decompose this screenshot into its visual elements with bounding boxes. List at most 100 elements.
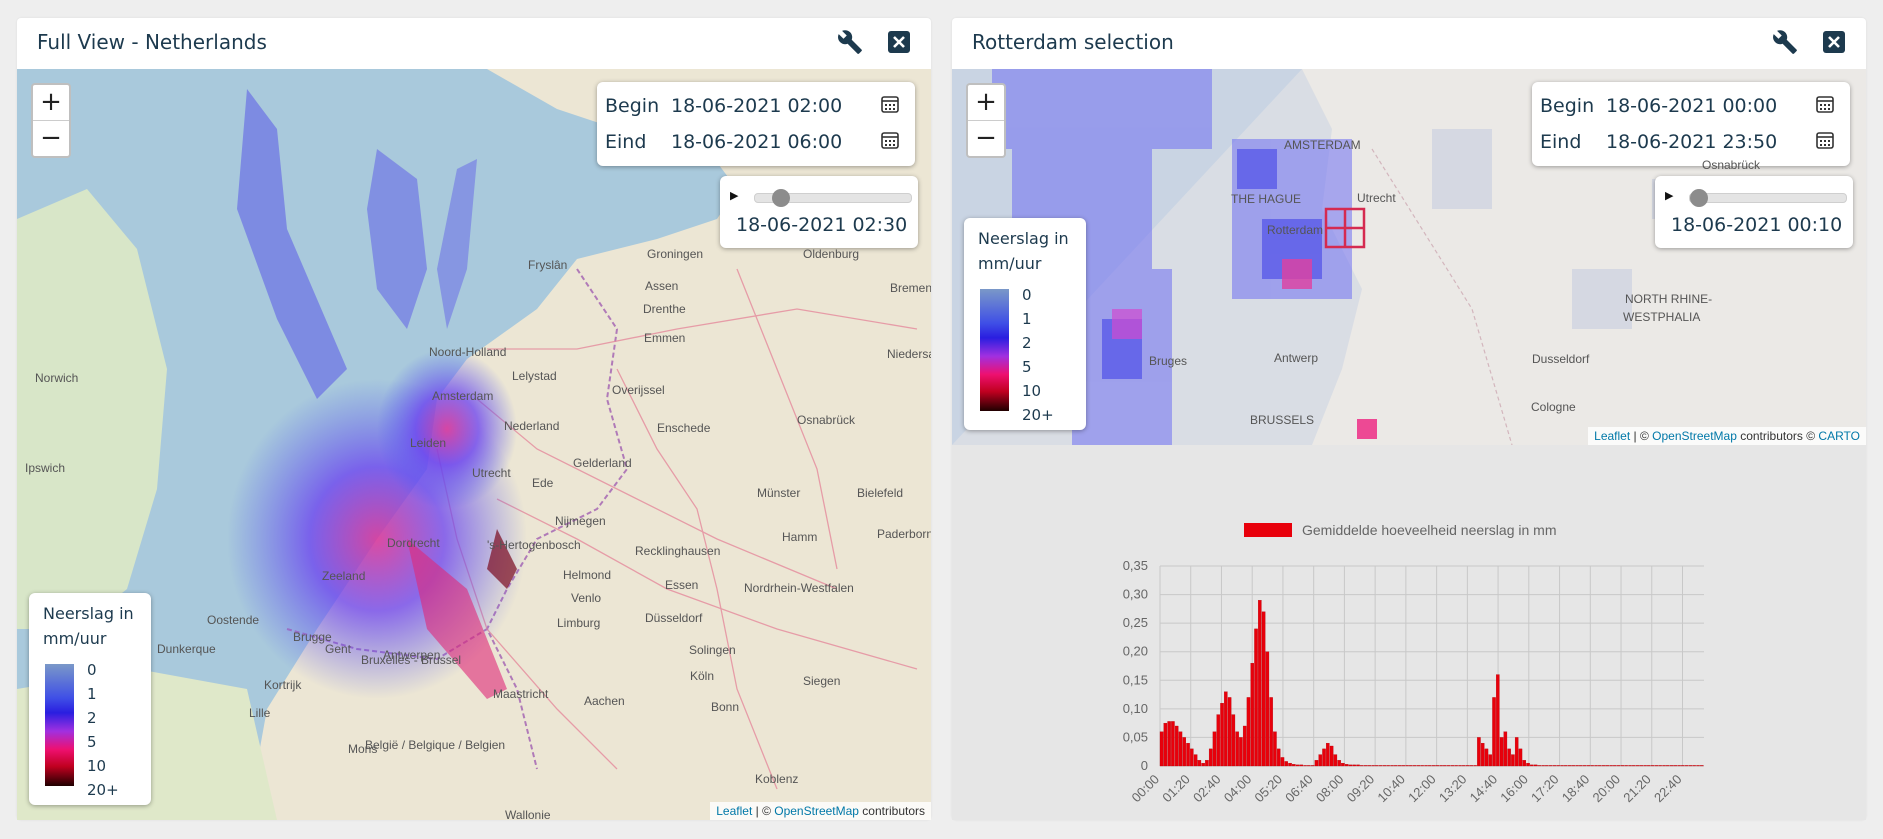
zoom-control: + − [966,83,1006,158]
chart-ytick: 0,30 [1123,587,1148,602]
map-label: Lelystad [512,369,557,383]
end-date-input[interactable]: 18-06-2021 06:00 [671,131,881,153]
chart-bar [1269,697,1273,767]
chart-bar [1193,754,1198,767]
legend-tick: 0 [87,661,97,679]
legend-title: Neerslag in mm/uur [43,604,134,648]
close-icon[interactable] [887,30,911,54]
map-label: Osnabrück [797,413,856,427]
map-label: Groningen [647,247,704,261]
chart-bar [1435,765,1440,767]
player-time: 18-06-2021 02:30 [736,214,908,236]
time-slider[interactable] [1689,189,1847,207]
play-icon[interactable]: ▶ [730,189,738,202]
osm-link[interactable]: OpenStreetMap [774,804,859,818]
wrench-icon[interactable] [1772,29,1798,55]
slider-thumb[interactable] [1690,189,1708,207]
chart-bar [1288,762,1292,767]
wrench-icon[interactable] [837,29,863,55]
chart-bar [1212,731,1217,767]
attribution-mid: contributors © [1736,429,1819,443]
chart-bar [1178,731,1183,767]
chart-bar [1337,760,1341,767]
chart-xtick: 16:00 [1497,772,1531,806]
chart-ytick: 0,35 [1123,558,1148,573]
zoom-out-button[interactable]: − [33,120,69,156]
time-slider[interactable] [754,189,912,207]
chart-bar [1530,764,1534,767]
map-label: Zeeland [322,569,366,583]
map-label: Niedersachsen [887,347,931,361]
calendar-icon[interactable] [881,95,899,118]
calendar-icon[interactable] [881,131,899,154]
zoom-out-button[interactable]: − [968,120,1004,156]
map-label: WESTPHALIA [1623,310,1701,324]
chart-bar [1639,765,1644,767]
chart-bar [1443,765,1447,767]
chart-bar [1235,731,1239,767]
map-label: Ipswich [25,461,66,475]
chart-bar [1533,764,1538,767]
chart-bar [1620,765,1625,767]
calendar-icon[interactable] [1816,131,1834,154]
chart-bar [1700,765,1704,767]
chart-bar [1598,765,1602,767]
chart-bar [1560,765,1564,767]
chart-bar [1284,761,1288,767]
chart-bar [1416,765,1421,767]
calendar-icon[interactable] [1816,95,1834,118]
chart-bar [1382,765,1387,767]
attribution-separator: | © [752,804,775,818]
chart-ytick: 0,25 [1123,615,1148,630]
carto-link[interactable]: CARTO [1818,429,1860,443]
netherlands-map[interactable]: + − Begin 18-06-2021 02:00 Eind 18-06-20… [17,69,931,820]
end-date-input[interactable]: 18-06-2021 23:50 [1606,131,1816,153]
player-time: 18-06-2021 00:10 [1671,214,1843,236]
chart-bar [1605,765,1610,767]
zoom-in-button[interactable]: + [33,85,69,120]
chart-svg: Gemiddelde hoeveelheid neerslag in mm 0 0,… [1123,522,1704,806]
close-icon[interactable] [1822,30,1846,54]
leaflet-link[interactable]: Leaflet [716,804,752,818]
chart-bar [1552,765,1557,767]
attribution-separator: | © [1630,429,1653,443]
chart-bar [1545,765,1549,767]
attribution-tail: contributors [858,804,925,818]
map-label: Venlo [571,591,602,605]
chart-bar [1522,760,1526,767]
chart-bar [1394,765,1398,767]
map-label: Emmen [644,331,686,345]
chart-bar [1265,651,1270,767]
chart-bar [1420,765,1424,767]
leaflet-link[interactable]: Leaflet [1594,429,1630,443]
chart-bar [1658,765,1662,767]
slider-thumb[interactable] [772,189,791,207]
chart-bar [1624,765,1628,767]
chart-bar [1635,765,1640,767]
chart-bar [1643,765,1647,767]
chart-bar [1303,765,1307,767]
chart-bar [1609,765,1613,767]
chart-bar [1666,765,1670,767]
chart-bar [1167,721,1171,767]
chart-bar [1224,691,1228,767]
map-label: Koblenz [755,772,799,786]
play-icon[interactable]: ▶ [1665,189,1673,202]
map-label: Kortrijk [264,678,302,692]
chart-bar [1254,628,1258,767]
rotterdam-map[interactable]: + − Begin 18-06-2021 00:00 Eind 18-06-20… [952,69,1866,445]
chart-bar [1616,765,1621,767]
osm-link[interactable]: OpenStreetMap [1652,429,1737,443]
begin-date-input[interactable]: 18-06-2021 02:00 [671,95,881,117]
chart-bar [1280,757,1285,767]
chart-bar [1329,745,1334,767]
panel-title: Rotterdam selection [972,30,1174,54]
date-range-box: Begin 18-06-2021 02:00 Eind 18-06-2021 0… [597,82,915,166]
zoom-in-button[interactable]: + [968,85,1004,120]
chart-bar [1292,764,1296,767]
chart-bar [1375,765,1379,767]
chart-bar [1409,765,1413,767]
begin-date-input[interactable]: 18-06-2021 00:00 [1606,95,1816,117]
chart-bar [1360,765,1364,767]
chart-bar [1356,764,1360,767]
